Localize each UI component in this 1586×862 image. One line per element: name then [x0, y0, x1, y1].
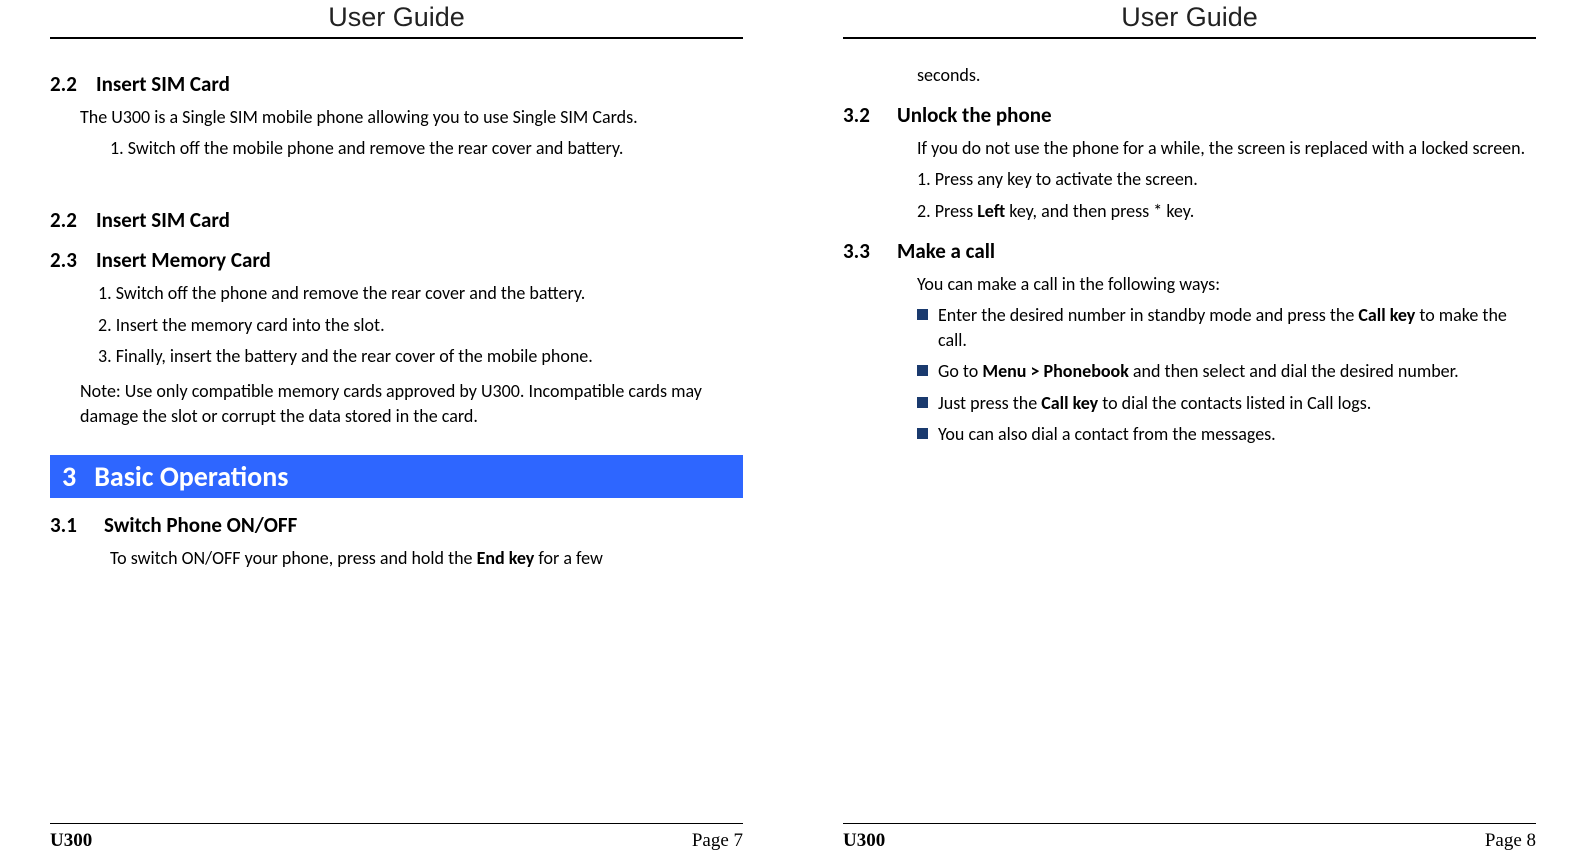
page-content: 2.2 Insert SIM Card The U300 is a Single…	[50, 57, 743, 823]
heading-2-3: 2.3 Insert Memory Card	[50, 247, 743, 273]
note-text: Note: Use only compatible memory cards a…	[80, 379, 743, 429]
heading-title: Unlock the phone	[897, 102, 1052, 128]
body-text: The U300 is a Single SIM mobile phone al…	[80, 105, 743, 130]
footer-model: U300	[50, 830, 92, 852]
list-item: 1. Switch off the mobile phone and remov…	[110, 136, 743, 161]
text-run: and then select and dial the desired num…	[1129, 360, 1459, 382]
square-bullet-icon	[917, 309, 928, 320]
body-text: You can make a call in the following way…	[917, 272, 1536, 297]
heading-number: 2.2	[50, 207, 82, 233]
chapter-number: 3	[62, 459, 76, 494]
heading-2-2-b: 2.2 Insert SIM Card	[50, 207, 743, 233]
bullet-item: Just press the Call key to dial the cont…	[917, 391, 1536, 416]
page-right: User Guide seconds. 3.2 Unlock the phone…	[793, 0, 1586, 862]
text-run-bold: Left	[977, 200, 1005, 222]
list-item: 3. Finally, insert the battery and the r…	[98, 344, 743, 369]
bullet-item: Go to Menu > Phonebook and then select a…	[917, 359, 1536, 384]
text-run-bold: Call key	[1041, 392, 1098, 414]
heading-3-1: 3.1 Switch Phone ON/OFF	[50, 512, 743, 538]
heading-title: Switch Phone ON/OFF	[104, 512, 297, 538]
heading-title: Insert SIM Card	[96, 207, 230, 233]
heading-3-3: 3.3 Make a call	[843, 238, 1536, 264]
heading-number: 3.2	[843, 102, 883, 128]
footer-page-number: Page 7	[692, 830, 743, 852]
heading-3-2: 3.2 Unlock the phone	[843, 102, 1536, 128]
text-run: Just press the	[938, 392, 1041, 414]
body-text: To switch ON/OFF your phone, press and h…	[110, 546, 743, 571]
page-footer: U300 Page 8	[843, 823, 1536, 862]
heading-number: 3.1	[50, 512, 90, 538]
text-run-bold: Menu > Phonebook	[982, 360, 1129, 382]
text-run: to dial the contacts listed in Call logs…	[1098, 392, 1371, 414]
square-bullet-icon	[917, 365, 928, 376]
text-run-bold: Call key	[1358, 304, 1415, 326]
text-run-bold: End key	[477, 547, 535, 569]
square-bullet-icon	[917, 397, 928, 408]
page-content: seconds. 3.2 Unlock the phone If you do …	[843, 57, 1536, 823]
page-footer: U300 Page 7	[50, 823, 743, 862]
chapter-heading-3: 3 Basic Operations	[50, 455, 743, 498]
heading-title: Insert Memory Card	[96, 247, 271, 273]
text-run: To switch ON/OFF your phone, press and h…	[110, 547, 477, 569]
bullet-item: You can also dial a contact from the mes…	[917, 422, 1536, 447]
body-text: If you do not use the phone for a while,…	[917, 136, 1536, 161]
page-left: User Guide 2.2 Insert SIM Card The U300 …	[0, 0, 793, 862]
text-run: key, and then press * key.	[1005, 200, 1194, 222]
footer-page-number: Page 8	[1485, 830, 1536, 852]
heading-2-2-a: 2.2 Insert SIM Card	[50, 71, 743, 97]
heading-number: 2.3	[50, 247, 82, 273]
text-run: for a few	[534, 547, 603, 569]
chapter-title: Basic Operations	[94, 459, 288, 494]
list-item: 2. Insert the memory card into the slot.	[98, 313, 743, 338]
text-run: Enter the desired number in standby mode…	[938, 304, 1358, 326]
heading-number: 2.2	[50, 71, 82, 97]
bullet-text: Just press the Call key to dial the cont…	[938, 391, 1536, 416]
page-header: User Guide	[50, 0, 743, 39]
list-item: 1. Press any key to activate the screen.	[917, 167, 1536, 192]
list-item: 1. Switch off the phone and remove the r…	[98, 281, 743, 306]
bullet-text: You can also dial a contact from the mes…	[938, 422, 1536, 447]
square-bullet-icon	[917, 428, 928, 439]
bullet-text: Enter the desired number in standby mode…	[938, 303, 1536, 353]
heading-number: 3.3	[843, 238, 883, 264]
text-run: 2. Press	[917, 200, 977, 222]
bullet-text: Go to Menu > Phonebook and then select a…	[938, 359, 1536, 384]
heading-title: Make a call	[897, 238, 995, 264]
heading-title: Insert SIM Card	[96, 71, 230, 97]
body-text-continuation: seconds.	[917, 63, 1536, 88]
footer-model: U300	[843, 830, 885, 852]
text-run: Go to	[938, 360, 982, 382]
list-item: 2. Press Left key, and then press * key.	[917, 199, 1536, 224]
bullet-item: Enter the desired number in standby mode…	[917, 303, 1536, 353]
page-header: User Guide	[843, 0, 1536, 39]
